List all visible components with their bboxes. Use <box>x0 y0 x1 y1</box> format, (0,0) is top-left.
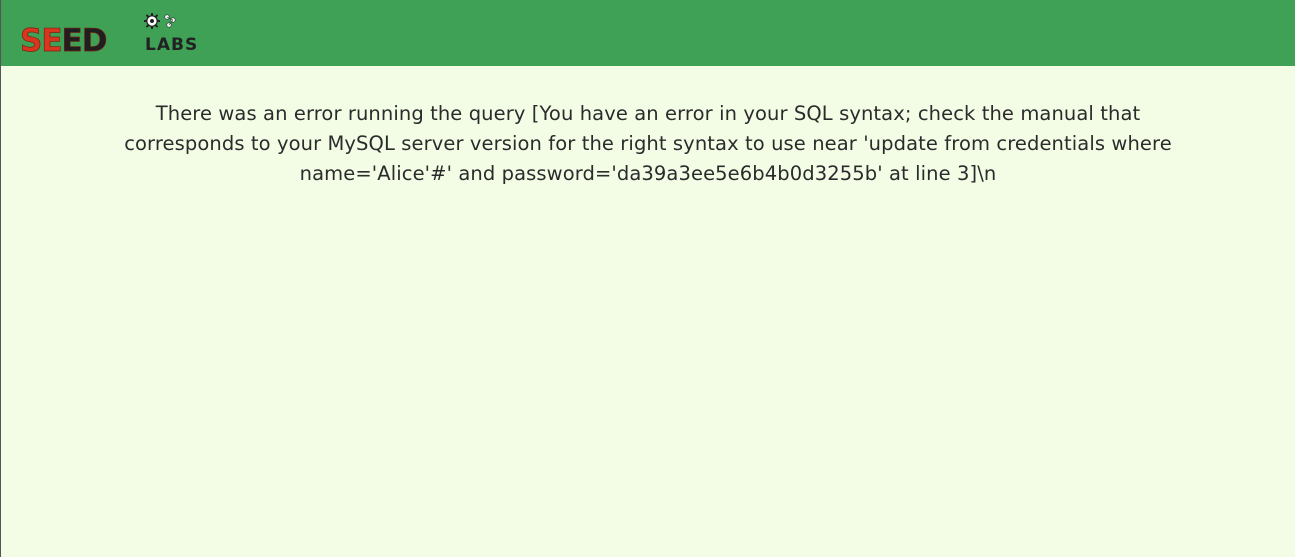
logo-labs-text: LABS <box>145 35 198 55</box>
top-navbar: SEED LABS <box>1 0 1295 66</box>
network-dots-icon <box>164 14 176 28</box>
logo-seed-text: SEED <box>20 23 107 57</box>
seed-labs-logo[interactable]: SEED LABS <box>20 11 220 57</box>
page: SEED LABS There was an error running the… <box>0 0 1295 557</box>
main-content: There was an error running the query [Yo… <box>1 99 1295 189</box>
gear-icon <box>144 13 160 29</box>
seed-labs-logo-graphic: SEED LABS <box>20 13 198 57</box>
sql-error-message: There was an error running the query [Yo… <box>124 102 1172 185</box>
